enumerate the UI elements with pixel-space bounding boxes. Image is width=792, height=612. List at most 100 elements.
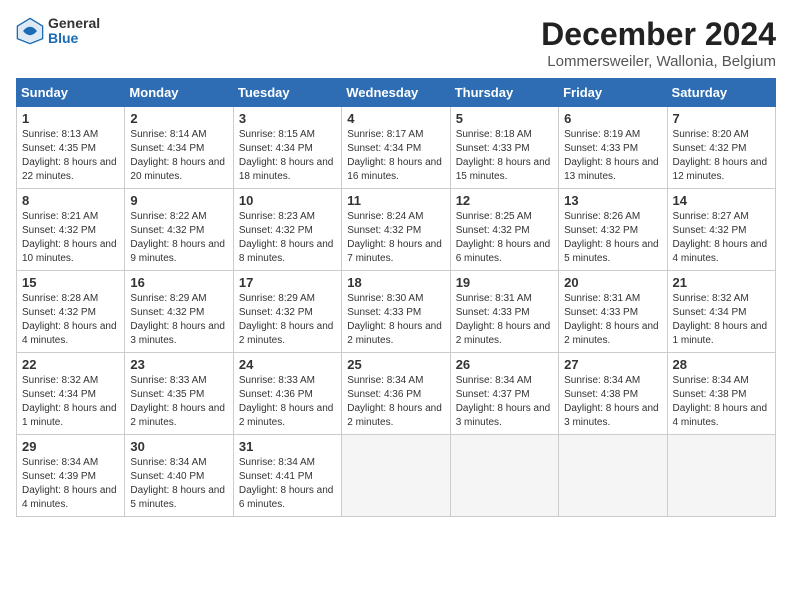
logo-text: General Blue xyxy=(48,16,100,47)
day-header-saturday: Saturday xyxy=(667,79,775,107)
day-info: Sunrise: 8:22 AMSunset: 4:32 PMDaylight:… xyxy=(130,210,227,266)
day-header-tuesday: Tuesday xyxy=(233,79,341,107)
day-number: 12 xyxy=(456,193,553,208)
calendar-cell: 3 Sunrise: 8:15 AMSunset: 4:34 PMDaylight… xyxy=(233,107,341,189)
day-number: 17 xyxy=(239,275,336,290)
day-info: Sunrise: 8:15 AMSunset: 4:34 PMDaylight:… xyxy=(239,128,336,184)
calendar-cell: 27 Sunrise: 8:34 AMSunset: 4:38 PMDayligh… xyxy=(559,353,667,435)
day-info: Sunrise: 8:34 AMSunset: 4:40 PMDaylight:… xyxy=(130,456,227,512)
day-number: 21 xyxy=(673,275,770,290)
calendar-cell: 2Sunrise: 8:14 AMSunset: 4:34 PMDaylight… xyxy=(125,107,233,189)
day-number: 30 xyxy=(130,439,227,454)
calendar-cell: 17 Sunrise: 8:29 AMSunset: 4:32 PMDayligh… xyxy=(233,271,341,353)
day-info: Sunrise: 8:34 AMSunset: 4:37 PMDaylight:… xyxy=(456,374,553,430)
location-subtitle: Lommersweiler, Wallonia, Belgium xyxy=(541,53,776,70)
day-number: 28 xyxy=(673,357,770,372)
day-number: 13 xyxy=(564,193,661,208)
calendar-cell: 12 Sunrise: 8:25 AMSunset: 4:32 PMDayligh… xyxy=(450,189,558,271)
day-info: Sunrise: 8:32 AMSunset: 4:34 PMDaylight:… xyxy=(673,292,770,348)
day-info: Sunrise: 8:26 AMSunset: 4:32 PMDaylight:… xyxy=(564,210,661,266)
day-number: 9 xyxy=(130,193,227,208)
day-info: Sunrise: 8:28 AMSunset: 4:32 PMDaylight:… xyxy=(22,292,119,348)
title-area: December 2024 Lommersweiler, Wallonia, B… xyxy=(541,16,776,70)
day-number: 6 xyxy=(564,111,661,126)
calendar-cell: 23 Sunrise: 8:33 AMSunset: 4:35 PMDayligh… xyxy=(125,353,233,435)
logo: General Blue xyxy=(16,16,100,47)
calendar-cell: 22 Sunrise: 8:32 AMSunset: 4:34 PMDayligh… xyxy=(17,353,125,435)
calendar-cell: 18 Sunrise: 8:30 AMSunset: 4:33 PMDayligh… xyxy=(342,271,450,353)
day-info: Sunrise: 8:34 AMSunset: 4:39 PMDaylight:… xyxy=(22,456,119,512)
calendar-cell: 4Sunrise: 8:17 AMSunset: 4:34 PMDaylight… xyxy=(342,107,450,189)
calendar-cell: 10Sunrise: 8:23 AMSunset: 4:32 PMDayligh… xyxy=(233,189,341,271)
day-number: 31 xyxy=(239,439,336,454)
calendar-cell: 24 Sunrise: 8:33 AMSunset: 4:36 PMDayligh… xyxy=(233,353,341,435)
day-number: 8 xyxy=(22,193,119,208)
calendar-cell: 9 Sunrise: 8:22 AMSunset: 4:32 PMDaylight… xyxy=(125,189,233,271)
day-info: Sunrise: 8:32 AMSunset: 4:34 PMDaylight:… xyxy=(22,374,119,430)
day-number: 20 xyxy=(564,275,661,290)
day-info: Sunrise: 8:33 AMSunset: 4:35 PMDaylight:… xyxy=(130,374,227,430)
day-info: Sunrise: 8:34 AMSunset: 4:38 PMDaylight:… xyxy=(564,374,661,430)
day-number: 5 xyxy=(456,111,553,126)
calendar-cell: 7Sunrise: 8:20 AMSunset: 4:32 PMDaylight… xyxy=(667,107,775,189)
day-info: Sunrise: 8:31 AMSunset: 4:33 PMDaylight:… xyxy=(564,292,661,348)
calendar-cell: 13 Sunrise: 8:26 AMSunset: 4:32 PMDayligh… xyxy=(559,189,667,271)
calendar-cell xyxy=(559,435,667,517)
day-number: 19 xyxy=(456,275,553,290)
calendar-week-row: 1 Sunrise: 8:13 AMSunset: 4:35 PMDaylight… xyxy=(17,107,776,189)
day-info: Sunrise: 8:31 AMSunset: 4:33 PMDaylight:… xyxy=(456,292,553,348)
day-header-monday: Monday xyxy=(125,79,233,107)
header: General Blue December 2024 Lommersweiler… xyxy=(16,16,776,70)
day-number: 11 xyxy=(347,193,444,208)
calendar-week-row: 22 Sunrise: 8:32 AMSunset: 4:34 PMDayligh… xyxy=(17,353,776,435)
day-info: Sunrise: 8:24 AMSunset: 4:32 PMDaylight:… xyxy=(347,210,444,266)
calendar-cell: 30 Sunrise: 8:34 AMSunset: 4:40 PMDayligh… xyxy=(125,435,233,517)
logo-blue-text: Blue xyxy=(48,31,100,46)
calendar-table: SundayMondayTuesdayWednesdayThursdayFrid… xyxy=(16,78,776,517)
day-info: Sunrise: 8:33 AMSunset: 4:36 PMDaylight:… xyxy=(239,374,336,430)
day-info: Sunrise: 8:18 AMSunset: 4:33 PMDaylight:… xyxy=(456,128,553,184)
day-number: 27 xyxy=(564,357,661,372)
day-number: 3 xyxy=(239,111,336,126)
day-number: 22 xyxy=(22,357,119,372)
calendar-cell xyxy=(450,435,558,517)
calendar-cell: 20 Sunrise: 8:31 AMSunset: 4:33 PMDayligh… xyxy=(559,271,667,353)
day-info: Sunrise: 8:17 AMSunset: 4:34 PMDaylight:… xyxy=(347,128,444,184)
calendar-cell: 31 Sunrise: 8:34 AMSunset: 4:41 PMDayligh… xyxy=(233,435,341,517)
calendar-cell: 5 Sunrise: 8:18 AMSunset: 4:33 PMDaylight… xyxy=(450,107,558,189)
calendar-week-row: 29 Sunrise: 8:34 AMSunset: 4:39 PMDayligh… xyxy=(17,435,776,517)
logo-general-text: General xyxy=(48,16,100,31)
day-number: 29 xyxy=(22,439,119,454)
calendar-cell: 11 Sunrise: 8:24 AMSunset: 4:32 PMDayligh… xyxy=(342,189,450,271)
day-number: 18 xyxy=(347,275,444,290)
day-header-thursday: Thursday xyxy=(450,79,558,107)
calendar-cell: 25Sunrise: 8:34 AMSunset: 4:36 PMDayligh… xyxy=(342,353,450,435)
day-number: 1 xyxy=(22,111,119,126)
day-number: 10 xyxy=(239,193,336,208)
calendar-cell: 14Sunrise: 8:27 AMSunset: 4:32 PMDayligh… xyxy=(667,189,775,271)
day-info: Sunrise: 8:25 AMSunset: 4:32 PMDaylight:… xyxy=(456,210,553,266)
day-number: 7 xyxy=(673,111,770,126)
calendar-cell: 1 Sunrise: 8:13 AMSunset: 4:35 PMDaylight… xyxy=(17,107,125,189)
day-number: 2 xyxy=(130,111,227,126)
day-header-wednesday: Wednesday xyxy=(342,79,450,107)
calendar-cell: 8Sunrise: 8:21 AMSunset: 4:32 PMDaylight… xyxy=(17,189,125,271)
day-number: 23 xyxy=(130,357,227,372)
day-info: Sunrise: 8:34 AMSunset: 4:38 PMDaylight:… xyxy=(673,374,770,430)
calendar-cell: 15 Sunrise: 8:28 AMSunset: 4:32 PMDayligh… xyxy=(17,271,125,353)
calendar-cell xyxy=(342,435,450,517)
day-number: 14 xyxy=(673,193,770,208)
calendar-cell: 26Sunrise: 8:34 AMSunset: 4:37 PMDayligh… xyxy=(450,353,558,435)
month-title: December 2024 xyxy=(541,16,776,53)
day-number: 16 xyxy=(130,275,227,290)
day-info: Sunrise: 8:34 AMSunset: 4:41 PMDaylight:… xyxy=(239,456,336,512)
calendar-cell: 16Sunrise: 8:29 AMSunset: 4:32 PMDayligh… xyxy=(125,271,233,353)
day-number: 24 xyxy=(239,357,336,372)
logo-icon xyxy=(16,17,44,45)
calendar-cell: 19 Sunrise: 8:31 AMSunset: 4:33 PMDayligh… xyxy=(450,271,558,353)
day-info: Sunrise: 8:29 AMSunset: 4:32 PMDaylight:… xyxy=(239,292,336,348)
calendar-cell: 21 Sunrise: 8:32 AMSunset: 4:34 PMDayligh… xyxy=(667,271,775,353)
day-info: Sunrise: 8:30 AMSunset: 4:33 PMDaylight:… xyxy=(347,292,444,348)
day-number: 15 xyxy=(22,275,119,290)
day-info: Sunrise: 8:13 AMSunset: 4:35 PMDaylight:… xyxy=(22,128,119,184)
